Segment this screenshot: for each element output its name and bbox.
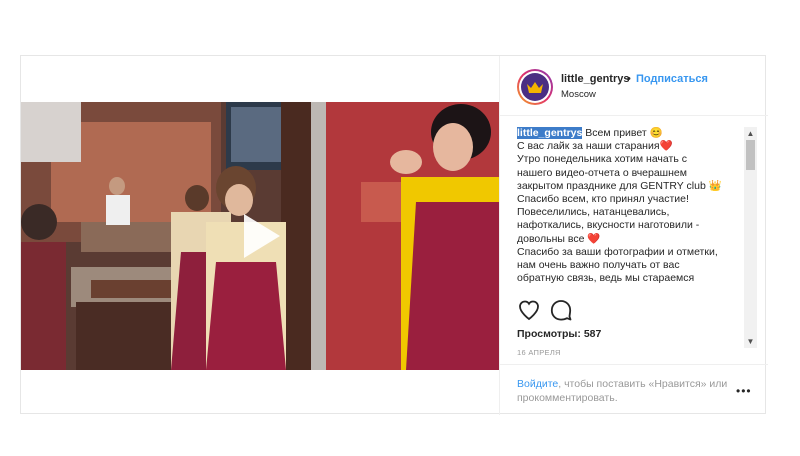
caption-line: Повеселились, натанцевались, — [517, 206, 670, 219]
post-footer: Войдите, чтобы поставить «Нравится» или … — [500, 364, 768, 415]
view-count: Просмотры: 587 — [517, 328, 601, 340]
comment-icon[interactable] — [549, 298, 573, 322]
avatar[interactable] — [517, 69, 553, 105]
username-link[interactable]: little_gentrys — [561, 73, 629, 85]
caption-username[interactable]: little_gentrys — [517, 127, 583, 139]
caption-line: Спасибо за ваши фотографии и отметки, — [517, 245, 718, 258]
scroll-down-arrow-icon[interactable]: ▼ — [744, 335, 757, 348]
crown-icon — [527, 82, 543, 93]
separator-dot: • — [627, 73, 631, 85]
caption-line: Спасибо всем, кто принял участие! — [517, 193, 689, 206]
login-link[interactable]: Войдите — [517, 378, 558, 390]
caption-line: little_gentrys Всем привет 😊 — [517, 127, 743, 140]
views-value: 587 — [583, 328, 602, 340]
scroll-up-arrow-icon[interactable]: ▲ — [744, 127, 757, 140]
post-sidebar: little_gentrys • Подписаться Moscow litt… — [499, 56, 768, 415]
post-actions — [517, 298, 757, 322]
post-card: little_gentrys • Подписаться Moscow litt… — [20, 55, 768, 415]
caption-line: нафоткались, вкусности наготовили - — [517, 219, 700, 232]
video-player[interactable] — [21, 102, 499, 370]
views-label: Просмотры: — [517, 328, 581, 340]
caption-line: закрытом празднике для GENTRY club 👑 — [517, 179, 722, 192]
location-link[interactable]: Moscow — [561, 89, 596, 100]
more-options-icon[interactable]: ••• — [736, 384, 752, 398]
post-date[interactable]: 16 АПРЕЛЯ — [517, 348, 561, 357]
caption-line: довольны все ❤️ — [517, 232, 601, 245]
caption-text: little_gentrys Всем привет 😊 С вас лайк … — [517, 127, 743, 285]
caption-line: С вас лайк за наши старания❤️ — [517, 140, 673, 153]
login-prompt: Войдите, чтобы поставить «Нравится» или … — [517, 377, 737, 405]
caption-line: нам очень важно получать от вас — [517, 259, 680, 272]
caption-line: нашего видео-отчета о вчерашнем — [517, 166, 687, 179]
post-header: little_gentrys • Подписаться Moscow — [500, 56, 768, 116]
follow-button[interactable]: Подписаться — [636, 73, 708, 85]
caption-line: Утро понедельника хотим начать с — [517, 153, 687, 166]
heart-icon[interactable] — [517, 298, 541, 322]
play-icon[interactable] — [238, 208, 286, 264]
caption-line: обратную связь, ведь мы стараемся — [517, 272, 695, 285]
scrollbar-thumb[interactable] — [746, 140, 755, 170]
avatar-image — [521, 73, 549, 101]
avatar-ring — [519, 71, 551, 103]
caption-line-text: Всем привет 😊 — [582, 127, 663, 139]
